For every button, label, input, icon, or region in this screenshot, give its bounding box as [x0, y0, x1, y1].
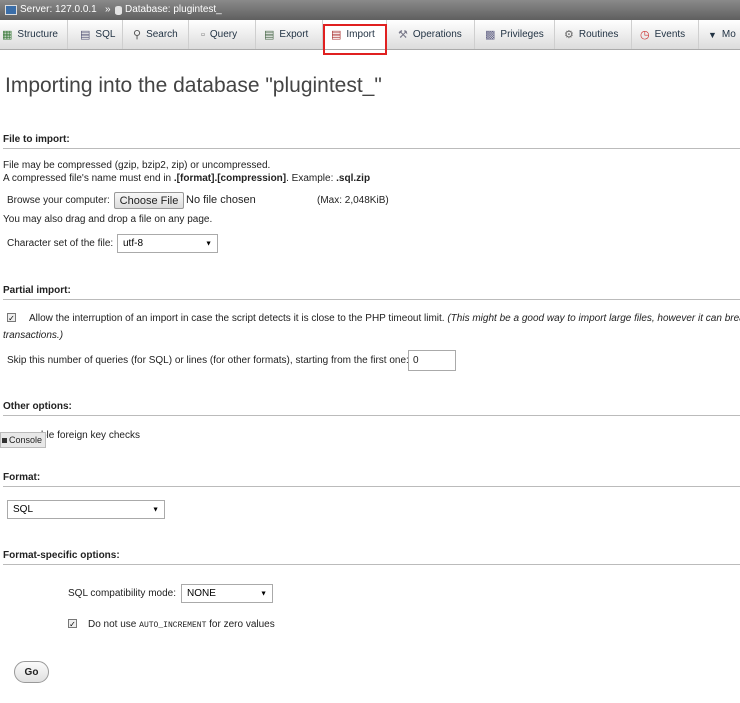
- auto-increment-label: Do not use AUTO_INCREMENT for zero value…: [88, 619, 275, 630]
- browse-label: Browse your computer:: [7, 195, 110, 206]
- tab-export[interactable]: ▤ Export: [256, 20, 323, 49]
- chevron-down-icon: ▼: [708, 29, 717, 40]
- tab-query[interactable]: ▫ Query: [189, 20, 256, 49]
- chevron-down-icon: ▼: [152, 506, 159, 513]
- gears-icon: ⚙: [564, 29, 574, 41]
- import-tab-highlight: [323, 24, 387, 55]
- console-icon: [2, 437, 7, 443]
- drag-drop-note: You may also drag and drop a file on any…: [3, 214, 213, 225]
- skip-queries-label: Skip this number of queries (for SQL) or…: [7, 355, 409, 366]
- clock-icon: ◷: [640, 29, 650, 41]
- tab-sql[interactable]: ▤ SQL: [68, 20, 123, 49]
- server-crumb[interactable]: Server: 127.0.0.1: [5, 0, 97, 20]
- tab-search[interactable]: ⚲ Search: [123, 20, 189, 49]
- file-section-heading: File to import:: [3, 134, 740, 149]
- tab-privileges[interactable]: ▩ Privileges: [475, 20, 555, 49]
- wrench-icon: ⚒: [398, 29, 408, 41]
- allow-interrupt-checkbox[interactable]: ✓: [7, 313, 16, 323]
- format-section-heading: Format:: [3, 472, 740, 487]
- tab-more[interactable]: ▼ Mo: [699, 20, 740, 49]
- compat-mode-label: SQL compatibility mode:: [68, 588, 177, 599]
- tab-routines[interactable]: ⚙ Routines: [555, 20, 632, 49]
- tab-structure[interactable]: ▦ Structure: [0, 20, 68, 49]
- partial-section-heading: Partial import:: [3, 285, 740, 300]
- console-toggle[interactable]: Console: [0, 432, 46, 448]
- skip-queries-input[interactable]: 0: [408, 350, 456, 371]
- tab-operations[interactable]: ⚒ Operations: [389, 20, 475, 49]
- format-specific-heading: Format-specific options:: [3, 550, 740, 565]
- no-file-status: No file chosen: [186, 194, 256, 206]
- format-select[interactable]: SQL ▼: [7, 500, 165, 519]
- database-icon: [115, 5, 122, 15]
- choose-file-button[interactable]: Choose File: [114, 192, 184, 209]
- search-icon: ⚲: [133, 29, 142, 41]
- query-icon: ▫: [201, 28, 205, 41]
- privileges-icon: ▩: [485, 29, 496, 41]
- structure-icon: ▦: [2, 29, 13, 41]
- server-icon: [5, 5, 17, 15]
- compat-mode-select[interactable]: NONE ▼: [181, 584, 273, 603]
- allow-interrupt-label: Allow the interruption of an import in c…: [29, 313, 740, 324]
- auto-increment-checkbox[interactable]: ✓: [68, 619, 77, 629]
- charset-label: Character set of the file:: [7, 238, 114, 249]
- max-size-note: (Max: 2,048KiB): [317, 195, 389, 206]
- allow-interrupt-label-cont: transactions.): [3, 330, 64, 341]
- tab-events[interactable]: ◷ Events: [632, 20, 699, 49]
- database-crumb[interactable]: Database: plugintest_: [115, 0, 222, 20]
- filename-note: A compressed file's name must end in .[f…: [3, 173, 371, 184]
- page-title: Importing into the database "plugintest_…: [5, 74, 382, 97]
- charset-select[interactable]: utf-8 ▼: [117, 234, 218, 253]
- breadcrumb: Server: 127.0.0.1 » Database: plugintest…: [0, 0, 740, 20]
- chevron-down-icon: ▼: [260, 590, 267, 597]
- sql-icon: ▤: [80, 29, 91, 41]
- breadcrumb-separator: »: [105, 4, 111, 15]
- chevron-down-icon: ▼: [205, 240, 212, 247]
- foreign-key-label: ble foreign key checks: [41, 430, 140, 441]
- export-icon: ▤: [264, 29, 275, 41]
- other-section-heading: Other options:: [3, 401, 740, 416]
- go-button[interactable]: Go: [14, 661, 49, 683]
- compression-note: File may be compressed (gzip, bzip2, zip…: [3, 160, 271, 171]
